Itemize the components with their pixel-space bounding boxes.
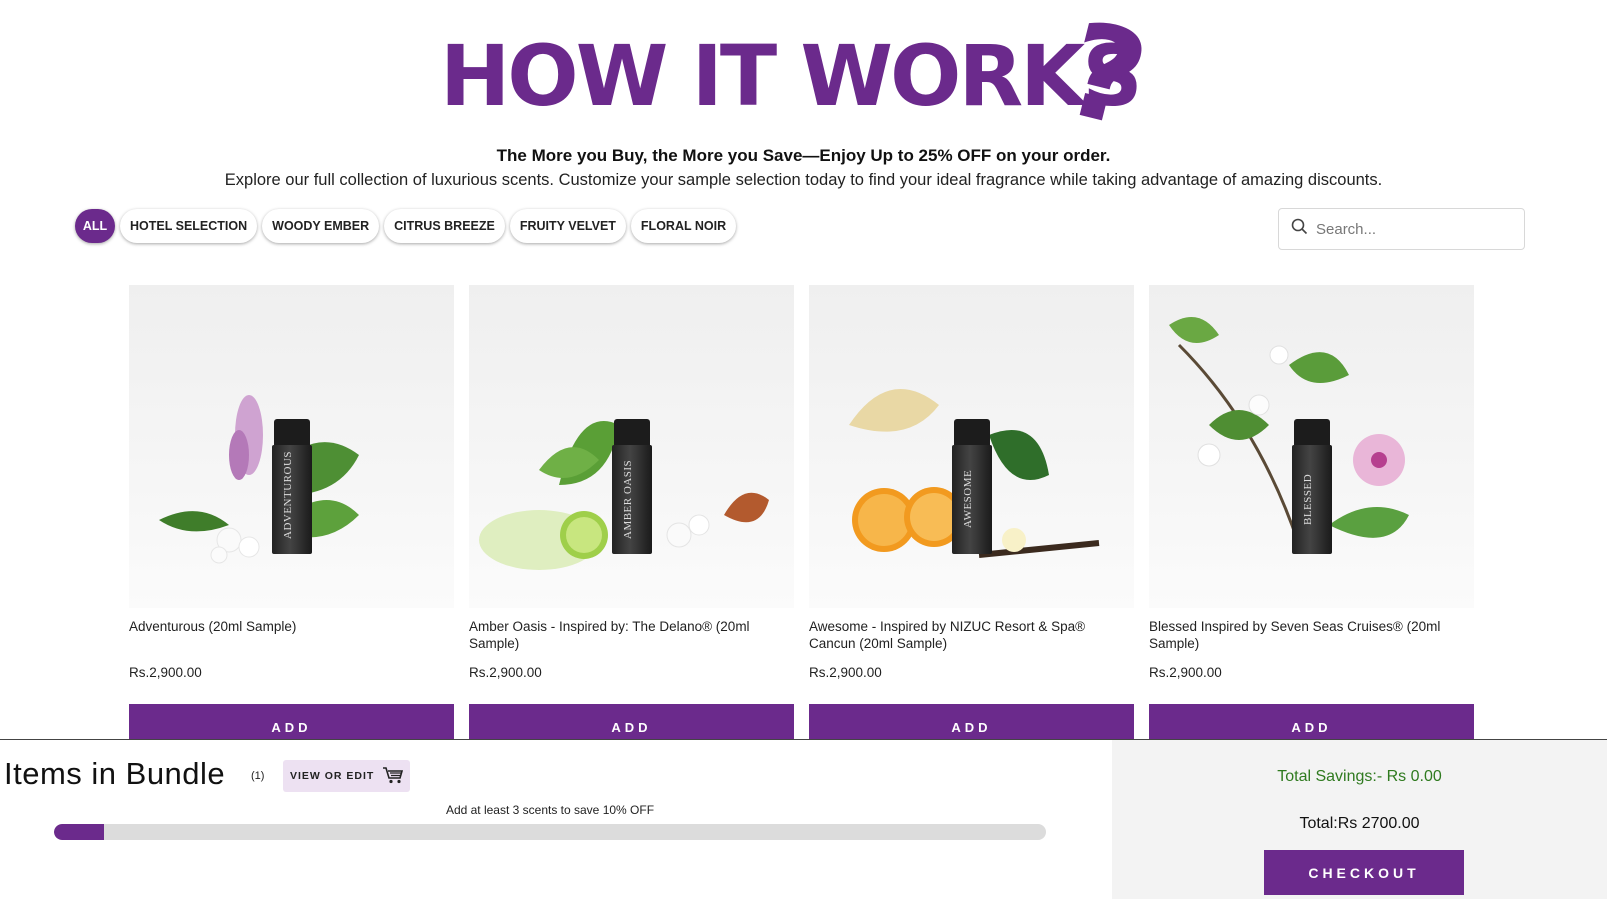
product-card: BLESSED Blessed Inspired by Seven Seas C… (1149, 285, 1474, 744)
product-name[interactable]: Awesome - Inspired by NIZUC Resort & Spa… (809, 618, 1109, 652)
product-name[interactable]: Blessed Inspired by Seven Seas Cruises® … (1149, 618, 1449, 652)
bundle-count: (1) (251, 770, 265, 782)
product-price: Rs.2,900.00 (129, 665, 202, 680)
bottle-label: AWESOME (962, 469, 974, 529)
bundle-title: Items in Bundle (4, 756, 226, 791)
bundle-summary: Items in Bundle (1) VIEW OR EDIT Add at … (0, 740, 1112, 899)
bottle-label: AMBER OASIS (622, 459, 634, 539)
promo-tagline: The More you Buy, the More you Save—Enjo… (496, 146, 1111, 165)
hero-heading: HOW IT WORKS ? (440, 0, 1161, 158)
search-box[interactable] (1278, 208, 1525, 250)
filter-chip-fruity-velvet[interactable]: FRUITY VELVET (509, 209, 626, 243)
filter-chip-citrus-breeze[interactable]: CITRUS BREEZE (384, 209, 505, 243)
perfume-bottle-graphic: AWESOME (952, 419, 992, 554)
product-name[interactable]: Adventurous (20ml Sample) (129, 618, 429, 635)
bundle-progress-fill (54, 824, 104, 840)
perfume-bottle-graphic: ADVENTUROUS (272, 419, 312, 554)
view-or-edit-button[interactable]: VIEW OR EDIT (283, 760, 410, 792)
filter-chip-floral-noir[interactable]: FLORAL NOIR (630, 209, 737, 243)
product-price: Rs.2,900.00 (809, 665, 882, 680)
add-to-bundle-button[interactable]: ADD (809, 704, 1134, 744)
product-price: Rs.2,900.00 (469, 665, 542, 680)
product-name[interactable]: Amber Oasis - Inspired by: The Delano® (… (469, 618, 769, 652)
view-or-edit-label: VIEW OR EDIT (290, 770, 375, 782)
filter-chip-hotel-selection[interactable]: HOTEL SELECTION (120, 209, 258, 243)
product-card: AWESOME Awesome - Inspired by NIZUC Reso… (809, 285, 1134, 744)
add-to-bundle-button[interactable]: ADD (1149, 704, 1474, 744)
perfume-bottle-graphic: AMBER OASIS (612, 419, 652, 554)
promo-description: Explore our full collection of luxurious… (224, 171, 1383, 189)
product-card: ADVENTUROUS Adventurous (20ml Sample) Rs… (129, 285, 454, 744)
bundle-progress-bar (54, 824, 1046, 840)
order-summary: Total Savings:- Rs 0.00 Total:Rs 2700.00… (1112, 740, 1607, 899)
cart-icon (382, 766, 404, 787)
order-total: Total:Rs 2700.00 (1299, 815, 1420, 832)
perfume-bottle-graphic: BLESSED (1292, 419, 1332, 554)
product-price: Rs.2,900.00 (1149, 665, 1222, 680)
bottle-label: ADVENTUROUS (282, 451, 294, 539)
product-image[interactable]: AWESOME (809, 285, 1134, 608)
search-input[interactable] (1316, 220, 1506, 238)
question-mark-graphic: ? (1050, 0, 1161, 158)
page-title: HOW IT WORKS (440, 27, 1143, 125)
filter-chip-woody-ember[interactable]: WOODY EMBER (262, 209, 380, 243)
search-icon (1291, 218, 1308, 240)
checkout-button[interactable]: CHECKOUT (1264, 850, 1464, 895)
progress-message: Add at least 3 scents to save 10% OFF (445, 803, 655, 817)
add-to-bundle-button[interactable]: ADD (469, 704, 794, 744)
product-image[interactable]: ADVENTUROUS (129, 285, 454, 608)
filter-chip-all[interactable]: ALL (75, 209, 115, 243)
category-filters: ALL HOTEL SELECTION WOODY EMBER CITRUS B… (75, 209, 737, 243)
add-to-bundle-button[interactable]: ADD (129, 704, 454, 744)
total-savings: Total Savings:- Rs 0.00 (1277, 768, 1442, 785)
product-card: AMBER OASIS Amber Oasis - Inspired by: T… (469, 285, 794, 744)
product-image[interactable]: AMBER OASIS (469, 285, 794, 608)
bottle-label: BLESSED (1302, 473, 1314, 525)
bundle-bar: Items in Bundle (1) VIEW OR EDIT Add at … (0, 739, 1607, 899)
product-image[interactable]: BLESSED (1149, 285, 1474, 608)
